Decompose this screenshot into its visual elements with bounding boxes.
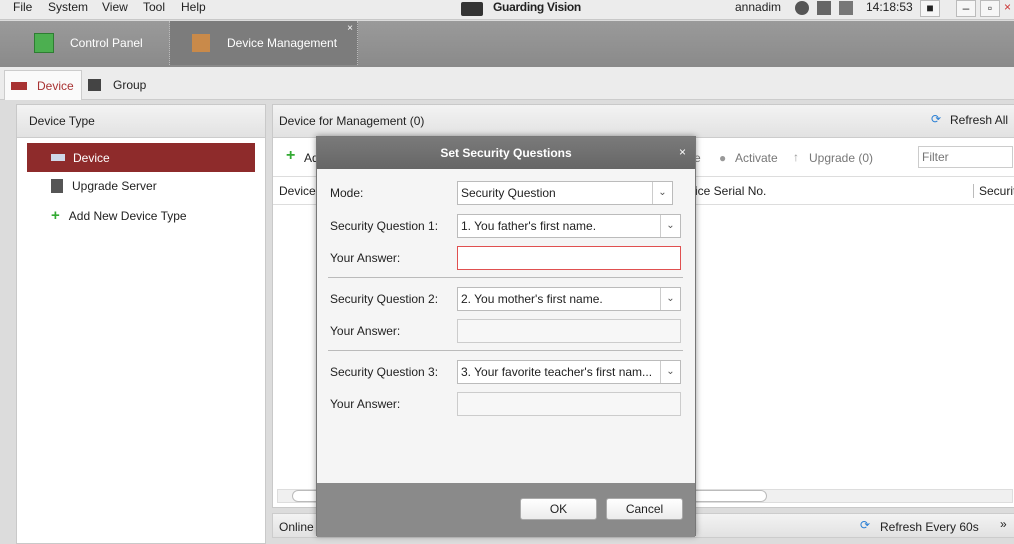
question-1-select[interactable]: 1. You father's first name. ⌄ — [457, 214, 681, 238]
management-title: Device for Management (0) — [279, 114, 425, 128]
tab-label: Group — [113, 78, 147, 92]
device-type-item-device[interactable]: Device — [27, 143, 255, 172]
device-icon — [51, 154, 65, 161]
plus-icon: + — [51, 207, 60, 224]
answer-3-input[interactable] — [457, 392, 681, 416]
select-value: 3. Your favorite teacher's first nam... — [461, 365, 653, 379]
refresh-interval-button[interactable]: Refresh Every 60s — [880, 520, 979, 534]
answer-3-label: Your Answer: — [330, 397, 401, 411]
main-tab-bar: Control Panel Device Management × — [0, 21, 1014, 67]
answer-1-label: Your Answer: — [330, 251, 401, 265]
answer-1-input[interactable] — [457, 246, 681, 270]
add-device-type-button[interactable]: + Add New Device Type — [51, 207, 187, 224]
menu-file[interactable]: File — [13, 0, 32, 14]
device-icon — [11, 81, 27, 90]
device-type-panel: Device Type Device Upgrade Server + Add … — [16, 104, 266, 544]
server-icon — [51, 179, 63, 193]
device-type-item-upgrade-server[interactable]: Upgrade Server — [51, 179, 157, 193]
sub-tab-bar: Device Group — [0, 67, 1014, 100]
username: annadim — [735, 0, 782, 14]
ok-button[interactable]: OK — [520, 498, 597, 520]
filter-input[interactable] — [918, 146, 1013, 168]
tab-label: Device Management — [227, 36, 338, 50]
menu-view[interactable]: View — [102, 0, 128, 14]
lock-icon[interactable]: ■ — [920, 0, 940, 17]
upgrade-button[interactable]: Upgrade (0) — [809, 151, 873, 165]
online-title: Online — [279, 520, 314, 534]
chevron-down-icon: ⌄ — [660, 215, 680, 237]
menu-bar: File System View Tool Help Guarding Visi… — [0, 0, 1014, 20]
mode-select[interactable]: Security Question ⌄ — [457, 181, 673, 205]
chevron-down-icon: ⌄ — [652, 182, 672, 204]
ram-icon — [839, 1, 853, 15]
dialog-title: Set Security Questions — [317, 137, 695, 169]
tab-label: Device — [37, 78, 74, 93]
select-value: 1. You father's first name. — [461, 219, 597, 233]
dialog-close-icon[interactable]: × — [679, 145, 686, 159]
device-type-header: Device Type — [17, 105, 265, 138]
menu-tool[interactable]: Tool — [143, 0, 165, 14]
refresh-icon: ⟳ — [931, 112, 942, 126]
control-panel-icon — [34, 33, 54, 53]
question-3-select[interactable]: 3. Your favorite teacher's first nam... ⌄ — [457, 360, 681, 384]
select-value: Security Question — [461, 186, 556, 200]
app-title: Guarding Vision — [493, 0, 581, 14]
clock: 14:18:53 — [866, 0, 913, 14]
column-serial[interactable]: vice Serial No. — [689, 184, 766, 198]
menu-help[interactable]: Help — [181, 0, 206, 14]
mode-label: Mode: — [330, 186, 364, 200]
question-3-label: Security Question 3: — [330, 365, 439, 379]
question-2-select[interactable]: 2. You mother's first name. ⌄ — [457, 287, 681, 311]
subtab-device[interactable]: Device — [4, 70, 82, 100]
answer-2-input[interactable] — [457, 319, 681, 343]
item-label: Upgrade Server — [72, 179, 157, 193]
cpu-icon — [817, 1, 831, 15]
question-1-label: Security Question 1: — [330, 219, 439, 233]
maximize-button[interactable]: ▫ — [980, 0, 1000, 17]
chevron-down-icon: ⌄ — [660, 288, 680, 310]
question-2-label: Security Question 2: — [330, 292, 439, 306]
bulb-icon: ● — [719, 151, 727, 165]
divider — [328, 350, 683, 351]
minimize-button[interactable]: – — [956, 0, 976, 17]
collapse-icon[interactable]: » — [1000, 517, 1007, 531]
management-header: Device for Management (0) ⟳ Refresh All — [273, 105, 1014, 138]
tab-device-management[interactable]: Device Management × — [170, 21, 358, 65]
tab-control-panel[interactable]: Control Panel — [0, 21, 170, 65]
close-button[interactable]: × — [1004, 0, 1011, 14]
divider — [328, 277, 683, 278]
activate-button[interactable]: Activate — [735, 151, 778, 165]
refresh-icon: ⟳ — [860, 518, 871, 532]
item-label: Device — [73, 150, 110, 165]
device-management-icon — [192, 34, 210, 52]
refresh-all-button[interactable]: Refresh All — [950, 113, 1008, 127]
network-icon — [795, 1, 809, 15]
chevron-down-icon: ⌄ — [660, 361, 680, 383]
close-tab-icon[interactable]: × — [347, 23, 353, 34]
cancel-button[interactable]: Cancel — [606, 498, 683, 520]
folder-icon — [88, 79, 101, 91]
subtab-group[interactable]: Group — [88, 70, 146, 100]
select-value: 2. You mother's first name. — [461, 292, 603, 306]
menu-system[interactable]: System — [48, 0, 88, 14]
item-label: Add New Device Type — [68, 208, 187, 223]
camera-logo-icon — [461, 2, 483, 16]
plus-icon: + — [286, 147, 296, 164]
column-security[interactable]: Securit — [973, 184, 1014, 198]
column-device[interactable]: Device — [279, 184, 316, 198]
upload-icon: ↑ — [793, 150, 799, 164]
tab-label: Control Panel — [70, 36, 143, 50]
answer-2-label: Your Answer: — [330, 324, 401, 338]
